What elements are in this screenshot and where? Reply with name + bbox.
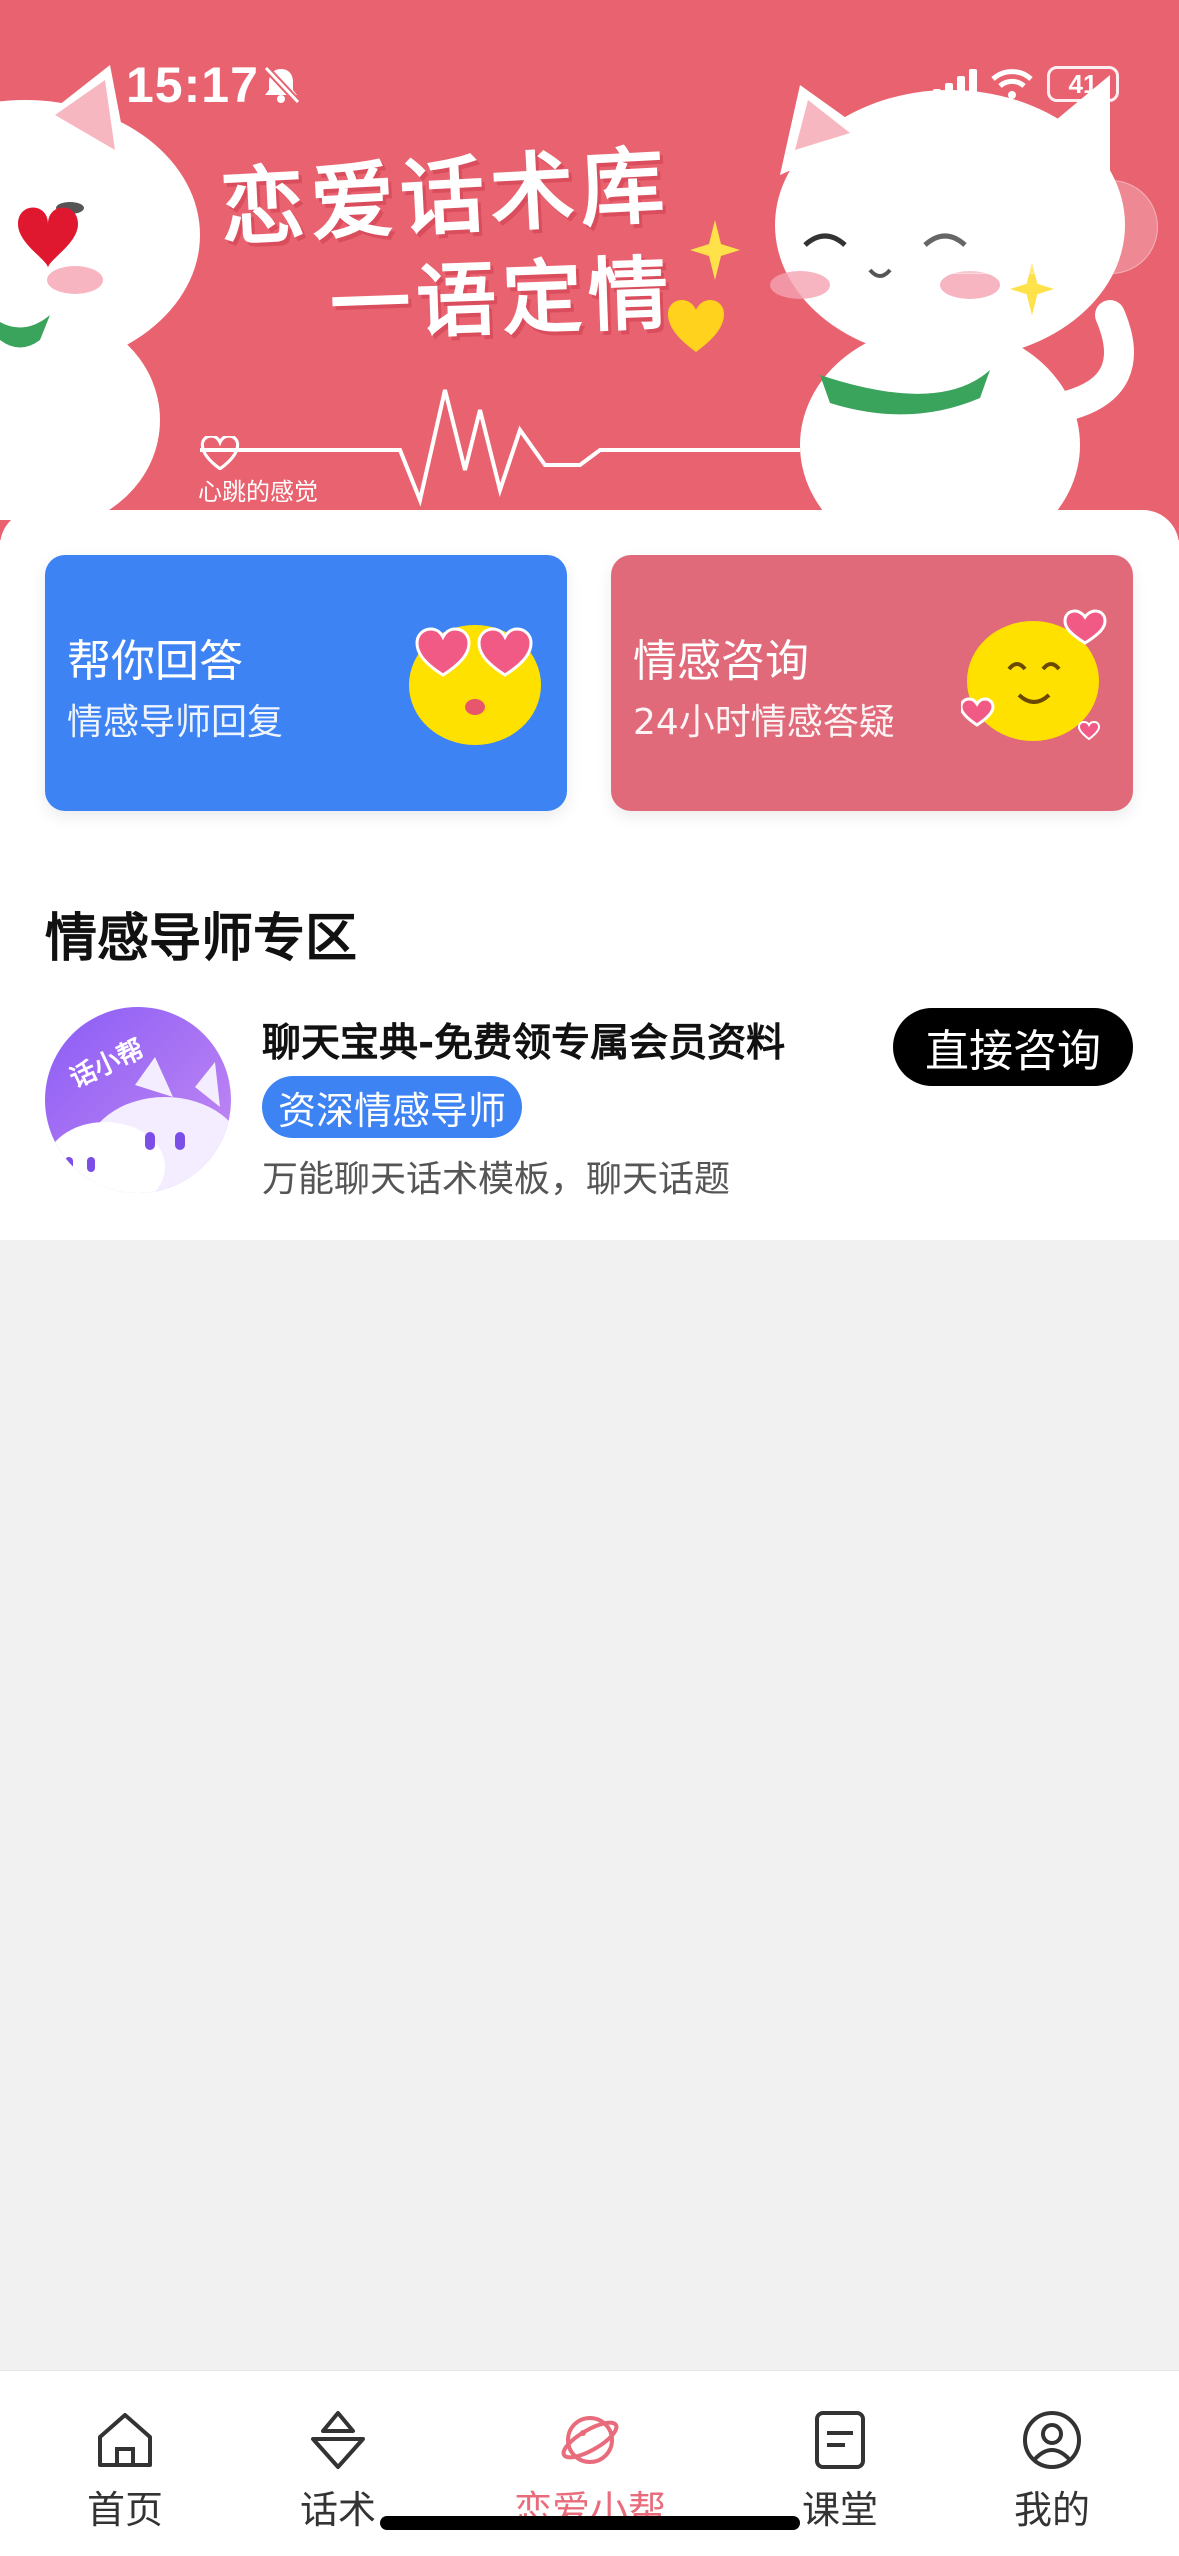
mentor-name[interactable]: 聊天宝典-免费领专属会员资料 <box>262 1012 785 1068</box>
status-indicators: 41 <box>933 66 1119 102</box>
tab-label: 首页 <box>86 2488 163 2532</box>
tab-home[interactable]: 首页 <box>45 2409 205 2534</box>
card-title: 帮你回答 <box>67 636 243 687</box>
home-indicator[interactable] <box>380 2516 800 2530</box>
emotion-consult-card[interactable]: 情感咨询 24小时情感答疑 <box>611 555 1133 811</box>
bell-muted-icon <box>263 65 301 105</box>
target-close-icon <box>1070 204 1116 250</box>
section-title: 情感导师专区 <box>45 909 358 969</box>
tab-mine[interactable]: 我的 <box>972 2409 1132 2534</box>
document-icon <box>815 2411 865 2469</box>
home-icon <box>98 2413 152 2467</box>
card-subtitle: 情感导师回复 <box>67 702 284 743</box>
miniprogram-capsule <box>898 180 1158 274</box>
banner-caption: 心跳的感觉 <box>198 478 318 506</box>
tab-label: 我的 <box>1013 2488 1090 2532</box>
tab-label: 课堂 <box>801 2488 878 2532</box>
outline-heart-icon <box>200 436 240 470</box>
smiling-hearts-emoji-icon <box>961 609 1107 741</box>
chat-script-icon <box>311 2411 365 2469</box>
mentor-description: 万能聊天话术模板，聊天话题 <box>262 1159 731 1200</box>
heart-eyes-emoji-icon <box>409 625 541 745</box>
cat-illustration-left <box>0 65 200 520</box>
tab-label: 话术 <box>299 2488 376 2532</box>
status-time: 15:17 <box>126 57 259 113</box>
mentor-tag-badge: 资深情感导师 <box>262 1076 523 1138</box>
close-miniprogram-button[interactable] <box>1029 181 1157 273</box>
planet-icon <box>561 2416 619 2464</box>
sparkle-icon <box>690 220 740 280</box>
battery-indicator: 41 <box>1047 66 1119 102</box>
profile-icon <box>1023 2411 1081 2469</box>
card-subtitle: 24小时情感答疑 <box>633 702 895 743</box>
direct-consult-button[interactable]: 直接咨询 <box>893 1008 1133 1086</box>
yellow-heart-icon <box>668 300 724 352</box>
banner-title-line2: 一语定情 <box>328 247 676 352</box>
hero-banner: 恋爱话术库 一语定情 心跳的感觉 15:17 41 <box>0 0 1179 540</box>
wifi-icon <box>991 69 1033 99</box>
more-menu-button[interactable] <box>899 181 1027 273</box>
answer-help-card[interactable]: 帮你回答 情感导师回复 <box>45 555 567 811</box>
signal-icon <box>933 69 977 99</box>
mentor-avatar[interactable]: 话小帮 <box>45 1007 231 1193</box>
more-dots-icon <box>929 215 997 236</box>
card-title: 情感咨询 <box>633 636 809 687</box>
